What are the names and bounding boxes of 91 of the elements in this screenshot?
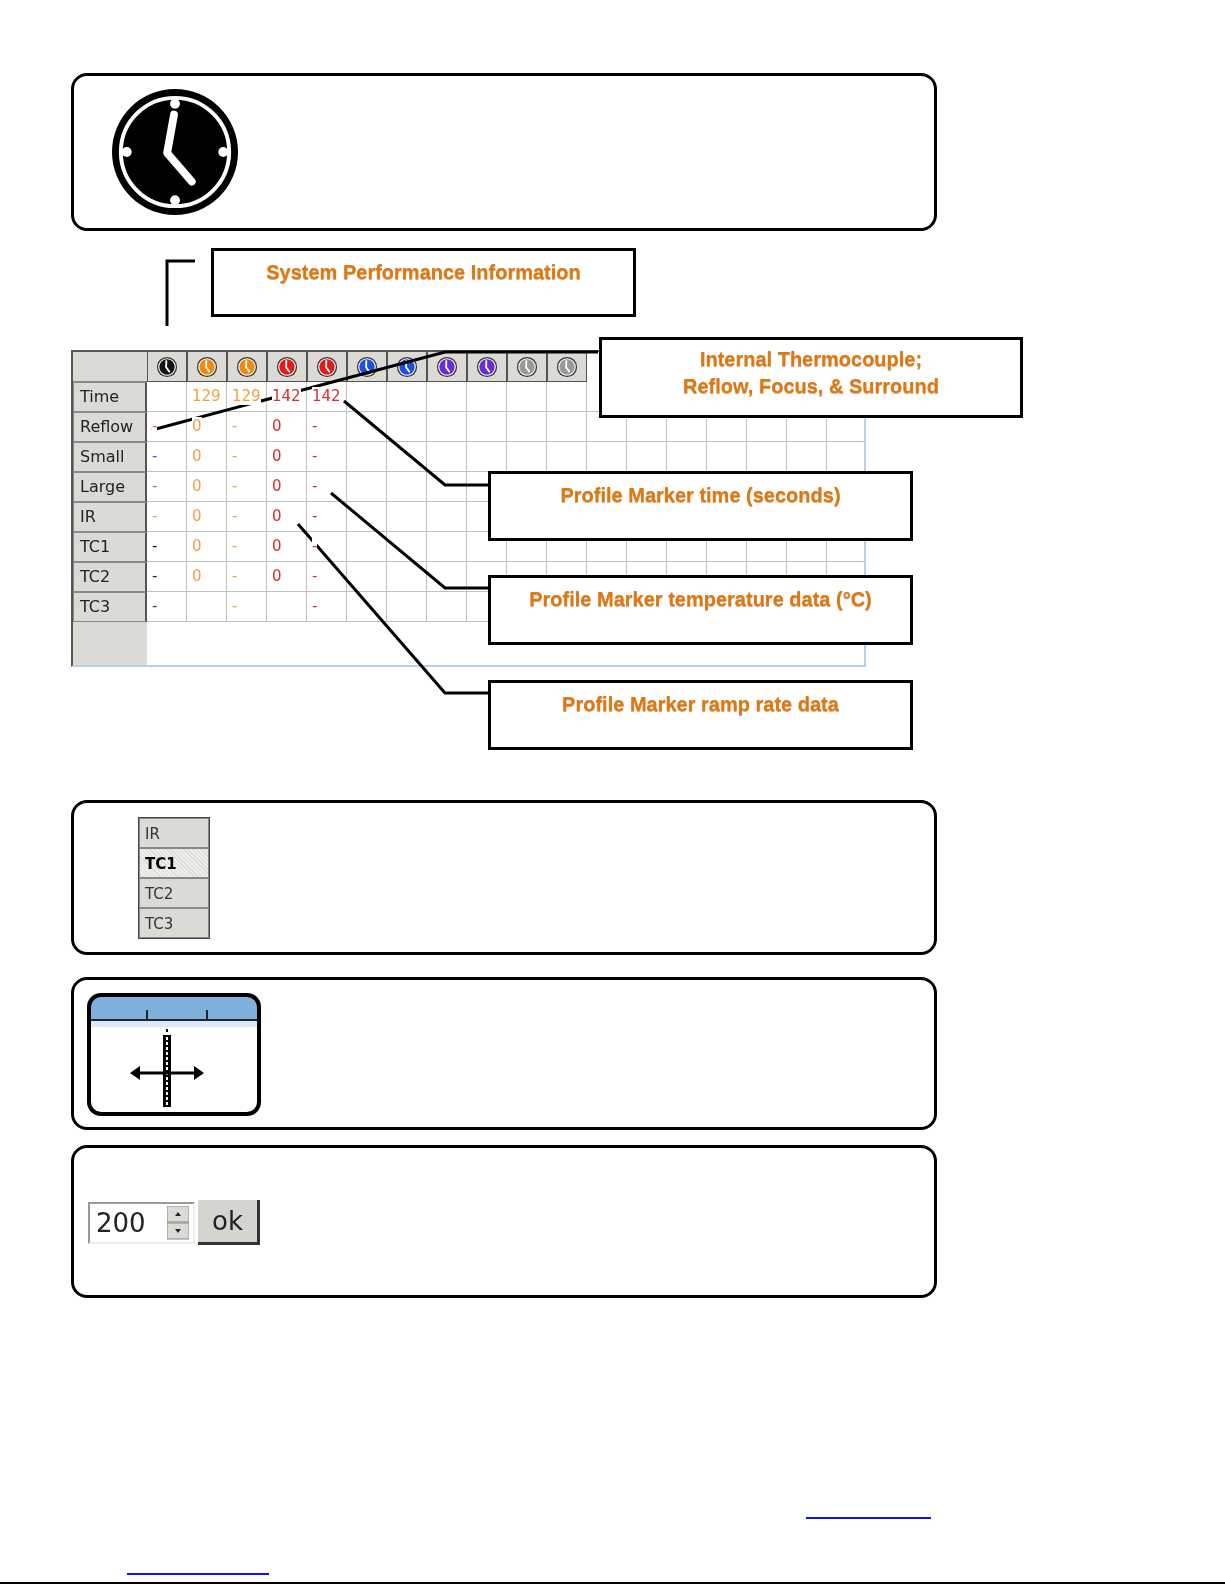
ok-button[interactable]: ok [198,1200,260,1245]
row-header[interactable]: TC3 [73,592,147,622]
table-cell: - [227,472,267,502]
table-cell [387,382,427,412]
channel-tab[interactable]: TC2 [139,878,209,908]
table-cell: 0 [267,502,307,532]
clock-icon [111,88,239,216]
table-cell: 129 [187,382,227,412]
table-cell: - [307,412,347,442]
table-cell [347,562,387,592]
table-cell: 0 [187,502,227,532]
table-cell: 0 [267,412,307,442]
table-cell: 0 [267,532,307,562]
table-cell [427,532,467,562]
row-header[interactable]: IR [73,502,147,532]
row-header[interactable]: Time [73,382,147,412]
table-cell: - [307,472,347,502]
table-cell: - [147,532,187,562]
table-cell: - [227,412,267,442]
table-cell [387,472,427,502]
table-cell [507,382,547,412]
callout-text: System Performance Information [266,261,581,284]
row-header[interactable]: Small [73,442,147,472]
table-cell: 0 [267,562,307,592]
table-cell [387,412,427,442]
table-cell [347,472,387,502]
table-cell [347,382,387,412]
table-cell: - [147,412,187,442]
callout-text: Profile Marker time (seconds) [560,484,841,507]
callout-text: Profile Marker ramp rate data [562,693,839,716]
table-cell [347,532,387,562]
leader-line [165,259,195,326]
table-cell [387,532,427,562]
table-cell: 0 [267,472,307,502]
column-header[interactable] [187,352,227,382]
table-cell [147,382,187,412]
channel-tab[interactable]: TC1 [139,848,209,878]
column-resize-icon [87,993,261,1116]
table-cell [387,562,427,592]
table-cell [387,502,427,532]
table-cell: 0 [187,472,227,502]
column-header[interactable] [347,352,387,382]
table-cell: - [307,532,347,562]
table-cell [347,412,387,442]
column-header[interactable] [147,352,187,382]
channel-tab[interactable]: IR [139,818,209,848]
table-cell: - [147,472,187,502]
table-cell: - [227,532,267,562]
column-header[interactable] [427,352,467,382]
table-cell: - [227,562,267,592]
column-header[interactable] [267,352,307,382]
table-cell: - [147,562,187,592]
column-header[interactable] [387,352,427,382]
table-cell: - [147,442,187,472]
table-cell [347,442,387,472]
table-cell: - [227,442,267,472]
row-header[interactable]: TC1 [73,532,147,562]
row-header[interactable]: TC2 [73,562,147,592]
table-cell: 142 [307,382,347,412]
table-cell [387,442,427,472]
table-cell [467,412,507,442]
callout-text: Reflow, Focus, & Surround [683,375,939,398]
row-header[interactable]: Reflow [73,412,147,442]
channel-tab[interactable]: TC3 [139,908,209,938]
table-cell: - [307,562,347,592]
table-cell: - [307,442,347,472]
column-header[interactable] [467,352,507,382]
row-header[interactable]: Large [73,472,147,502]
table-cell: - [227,502,267,532]
table-cell: 0 [187,412,227,442]
number-spin-field[interactable]: 200 [88,1201,195,1244]
table-cell [427,382,467,412]
table-cell: 0 [187,562,227,592]
table-cell [347,502,387,532]
table-cell: 0 [187,442,227,472]
table-cell: 0 [187,532,227,562]
callout-text: Internal Thermocouple; [699,348,923,371]
table-cell: 142 [267,382,307,412]
table-cell [427,412,467,442]
callout-text: Profile Marker temperature data (°C) [529,588,872,611]
table-cell [427,562,467,592]
column-header[interactable] [547,352,587,382]
table-cell: - [307,502,347,532]
table-cell: 129 [227,382,267,412]
table-cell [467,382,507,412]
column-header[interactable] [507,352,547,382]
table-cell: 0 [267,442,307,472]
spin-arrows-icon[interactable] [167,1205,189,1240]
column-header[interactable] [227,352,267,382]
column-header[interactable] [307,352,347,382]
table-cell: - [147,502,187,532]
